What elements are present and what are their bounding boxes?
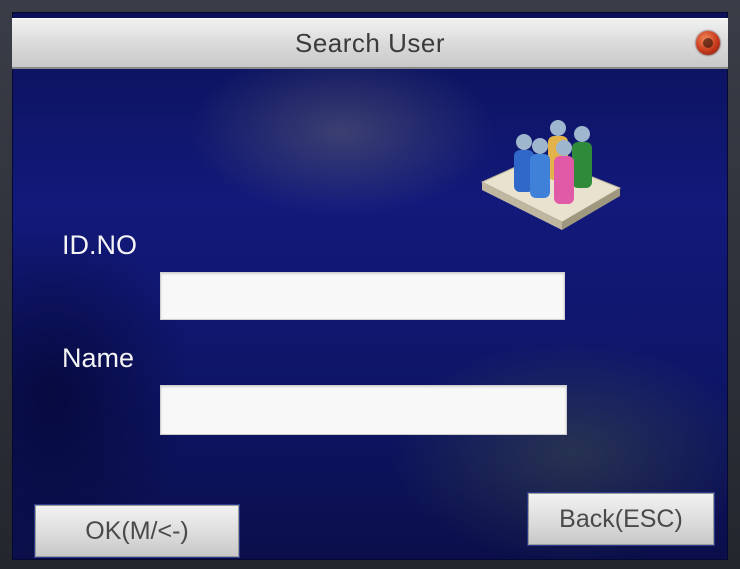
name-label: Name <box>62 343 135 373</box>
back-button[interactable]: Back(ESC) <box>528 493 714 545</box>
id-no-label: ID.NO <box>62 230 138 260</box>
back-button-label: Back(ESC) <box>559 504 683 533</box>
ok-button-label: OK(M/<-) <box>85 516 189 545</box>
window-title: Search User <box>295 27 445 58</box>
screen: Search User ID.NO Name OK(M/<-) Back(ESC… <box>12 12 728 560</box>
id-no-field[interactable] <box>160 272 565 320</box>
close-icon[interactable] <box>696 31 720 55</box>
name-field[interactable] <box>160 385 567 435</box>
user-group-icon <box>474 104 624 234</box>
title-bar: Search User <box>12 18 728 69</box>
ok-button[interactable]: OK(M/<-) <box>35 505 239 557</box>
